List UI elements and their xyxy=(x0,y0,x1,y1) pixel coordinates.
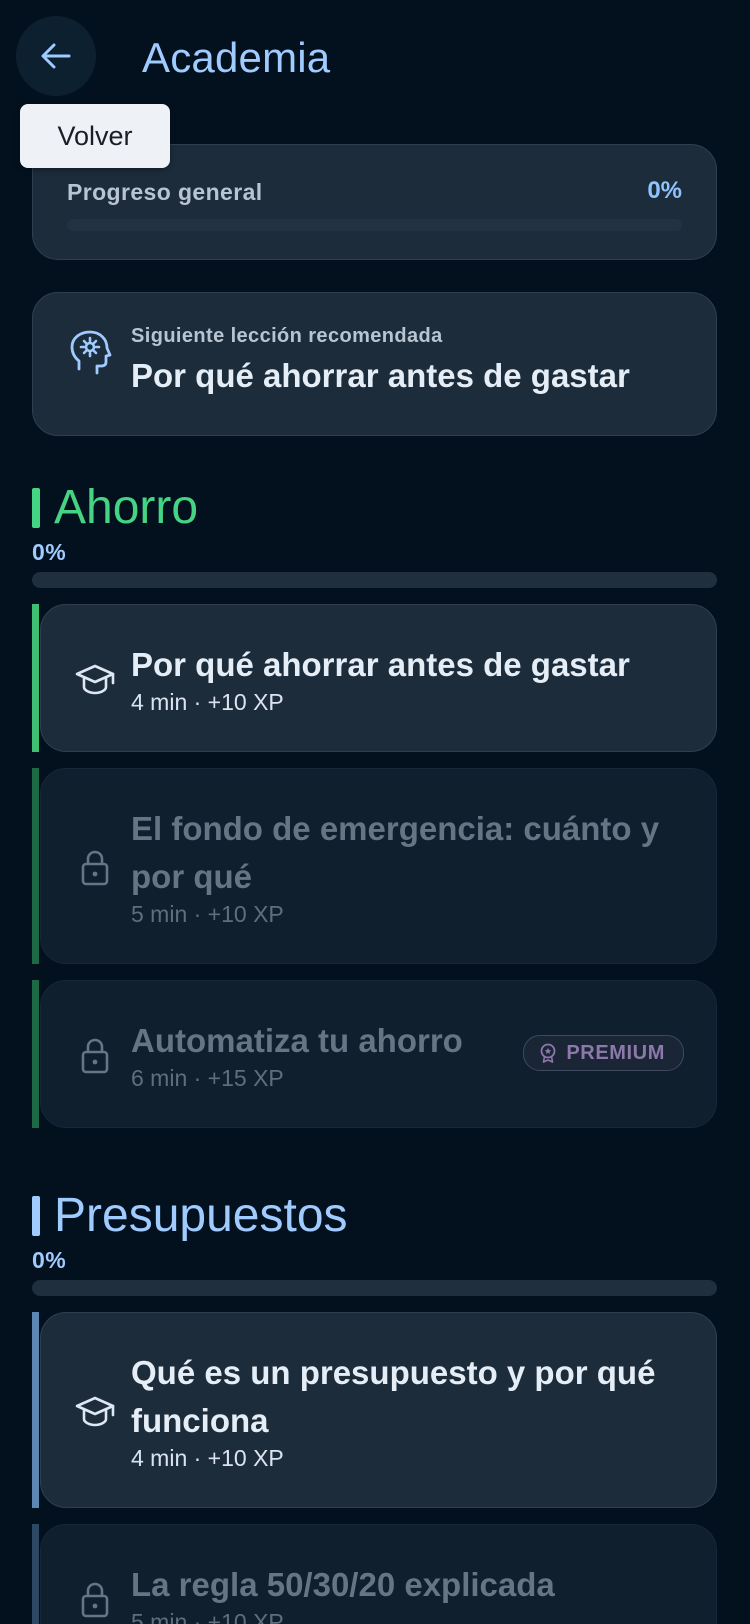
section-presupuestos-title: Presupuestos xyxy=(54,1189,348,1242)
lesson-card[interactable]: Por qué ahorrar antes de gastar 4 min · … xyxy=(40,604,717,752)
lesson-meta: 5 min · +10 XP xyxy=(131,901,284,927)
lesson-accent xyxy=(32,980,39,1128)
back-tooltip: Volver xyxy=(20,104,170,168)
lock-icon xyxy=(81,850,109,886)
graduation-cap-icon xyxy=(75,1396,115,1427)
section-ahorro-progress-bar xyxy=(32,572,717,588)
lesson-title: El fondo de emergencia: cuánto y por qué xyxy=(131,810,660,895)
lesson-meta: 4 min · +10 XP xyxy=(131,1445,284,1471)
lesson-card[interactable]: Qué es un presupuesto y por qué funciona… xyxy=(40,1312,717,1508)
recommended-lesson-eyebrow: Siguiente lección recomendada xyxy=(131,325,443,347)
lesson-meta: 4 min · +10 XP xyxy=(131,689,284,715)
lesson-card-locked[interactable]: Automatiza tu ahorro 6 min · +15 XP PREM… xyxy=(40,980,717,1128)
section-presupuestos-progress-bar xyxy=(32,1280,717,1296)
lesson-accent xyxy=(32,1312,39,1508)
back-button[interactable] xyxy=(16,16,96,96)
premium-label: PREMIUM xyxy=(566,1041,665,1064)
lesson-title: Qué es un presupuesto y por qué funciona xyxy=(131,1354,656,1439)
arrow-left-icon xyxy=(41,43,71,69)
section-presupuestos-accent xyxy=(32,1196,40,1236)
award-badge-icon xyxy=(540,1043,556,1063)
lock-icon xyxy=(81,1582,109,1618)
graduation-cap-icon xyxy=(75,664,115,695)
section-presupuestos-progress-value: 0% xyxy=(32,1247,67,1273)
page-title: Academia xyxy=(142,34,331,81)
lesson-title: Automatiza tu ahorro xyxy=(131,1022,463,1059)
section-ahorro-title: Ahorro xyxy=(54,481,199,534)
lesson-accent xyxy=(32,1524,39,1624)
recommended-lesson-card[interactable]: Siguiente lección recomendada Por qué ah… xyxy=(32,292,717,436)
section-ahorro-progress-value: 0% xyxy=(32,539,67,565)
overall-progress-value: 0% xyxy=(647,177,682,204)
lesson-meta: 6 min · +15 XP xyxy=(131,1065,284,1091)
premium-badge: PREMIUM xyxy=(523,1035,684,1071)
lesson-card-locked[interactable]: El fondo de emergencia: cuánto y por qué… xyxy=(40,768,717,964)
overall-progress-label: Progreso general xyxy=(67,179,263,205)
lesson-accent xyxy=(32,604,39,752)
section-ahorro-accent xyxy=(32,488,40,528)
lock-icon xyxy=(81,1038,109,1074)
academia-screen: Academia Volver Progreso general 0% Sigu… xyxy=(0,0,750,1624)
lesson-card-locked[interactable]: La regla 50/30/20 explicada 5 min · +10 … xyxy=(40,1524,717,1624)
recommended-lesson-title: Por qué ahorrar antes de gastar xyxy=(131,357,630,394)
lesson-accent xyxy=(32,768,39,964)
lesson-meta: 5 min · +10 XP xyxy=(131,1609,284,1624)
lesson-title: Por qué ahorrar antes de gastar xyxy=(131,646,630,683)
lesson-title: La regla 50/30/20 explicada xyxy=(131,1566,555,1603)
head-gear-icon xyxy=(70,330,112,375)
overall-progress-bar xyxy=(67,219,682,231)
